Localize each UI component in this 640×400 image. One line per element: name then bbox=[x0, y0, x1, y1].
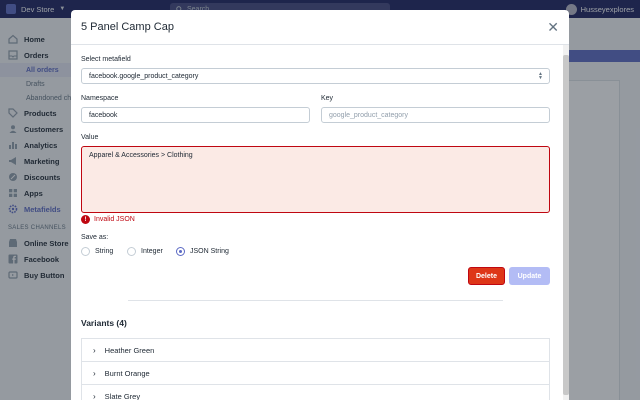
key-label: Key bbox=[321, 95, 334, 102]
value-label: Value bbox=[81, 134, 99, 141]
modal-header: 5 Panel Camp Cap ✕ bbox=[71, 10, 569, 45]
save-as-label: Save as: bbox=[81, 234, 109, 241]
scrollbar-thumb[interactable] bbox=[563, 55, 569, 395]
radio-button[interactable] bbox=[81, 247, 90, 256]
radio-json-string[interactable]: JSON String bbox=[176, 247, 229, 256]
variant-name: Burnt Orange bbox=[104, 368, 150, 378]
variants-heading: Variants (4) bbox=[81, 318, 127, 328]
modal-body: Select metafield facebook.google_product… bbox=[71, 45, 569, 400]
chevron-right-icon: › bbox=[93, 345, 96, 355]
variant-row[interactable]: › Heather Green bbox=[81, 338, 550, 362]
divider bbox=[128, 300, 503, 301]
modal-title: 5 Panel Camp Cap bbox=[81, 21, 174, 33]
variant-name: Heather Green bbox=[104, 345, 155, 355]
value-text: Apparel & Accessories > Clothing bbox=[89, 152, 193, 159]
chevron-right-icon: › bbox=[93, 368, 96, 378]
radio-label: JSON String bbox=[190, 248, 229, 255]
validation-error: ! Invalid JSON bbox=[81, 215, 135, 224]
metafield-modal: 5 Panel Camp Cap ✕ Select metafield face… bbox=[71, 10, 569, 400]
close-icon[interactable]: ✕ bbox=[547, 20, 559, 34]
key-placeholder: google_product_category bbox=[329, 111, 409, 119]
namespace-label: Namespace bbox=[81, 95, 119, 102]
variant-name: Slate Grey bbox=[104, 391, 141, 400]
alert-icon: ! bbox=[81, 215, 90, 224]
select-arrows-icon: ▲ ▼ bbox=[538, 71, 543, 81]
chevron-right-icon: › bbox=[93, 391, 96, 400]
metafield-select[interactable]: facebook.google_product_category ▲ ▼ bbox=[81, 68, 550, 84]
update-button[interactable]: Update bbox=[509, 267, 550, 285]
radio-button-checked[interactable] bbox=[176, 247, 185, 256]
variant-row[interactable]: › Burnt Orange bbox=[81, 361, 550, 385]
radio-button[interactable] bbox=[127, 247, 136, 256]
metafield-select-value: facebook.google_product_category bbox=[89, 72, 199, 80]
radio-label: Integer bbox=[141, 248, 163, 255]
radio-integer[interactable]: Integer bbox=[127, 247, 163, 256]
radio-label: String bbox=[95, 248, 114, 255]
modal-scrollbar[interactable] bbox=[563, 45, 569, 400]
namespace-value: facebook bbox=[89, 111, 118, 119]
key-field[interactable]: google_product_category bbox=[321, 107, 550, 123]
radio-string[interactable]: String bbox=[81, 247, 113, 256]
namespace-field[interactable]: facebook bbox=[81, 107, 310, 123]
variant-row[interactable]: › Slate Grey bbox=[81, 384, 550, 400]
value-textarea[interactable]: Apparel & Accessories > Clothing bbox=[81, 146, 550, 213]
select-metafield-label: Select metafield bbox=[81, 56, 131, 63]
delete-button[interactable]: Delete bbox=[468, 267, 505, 285]
error-text: Invalid JSON bbox=[94, 216, 135, 223]
